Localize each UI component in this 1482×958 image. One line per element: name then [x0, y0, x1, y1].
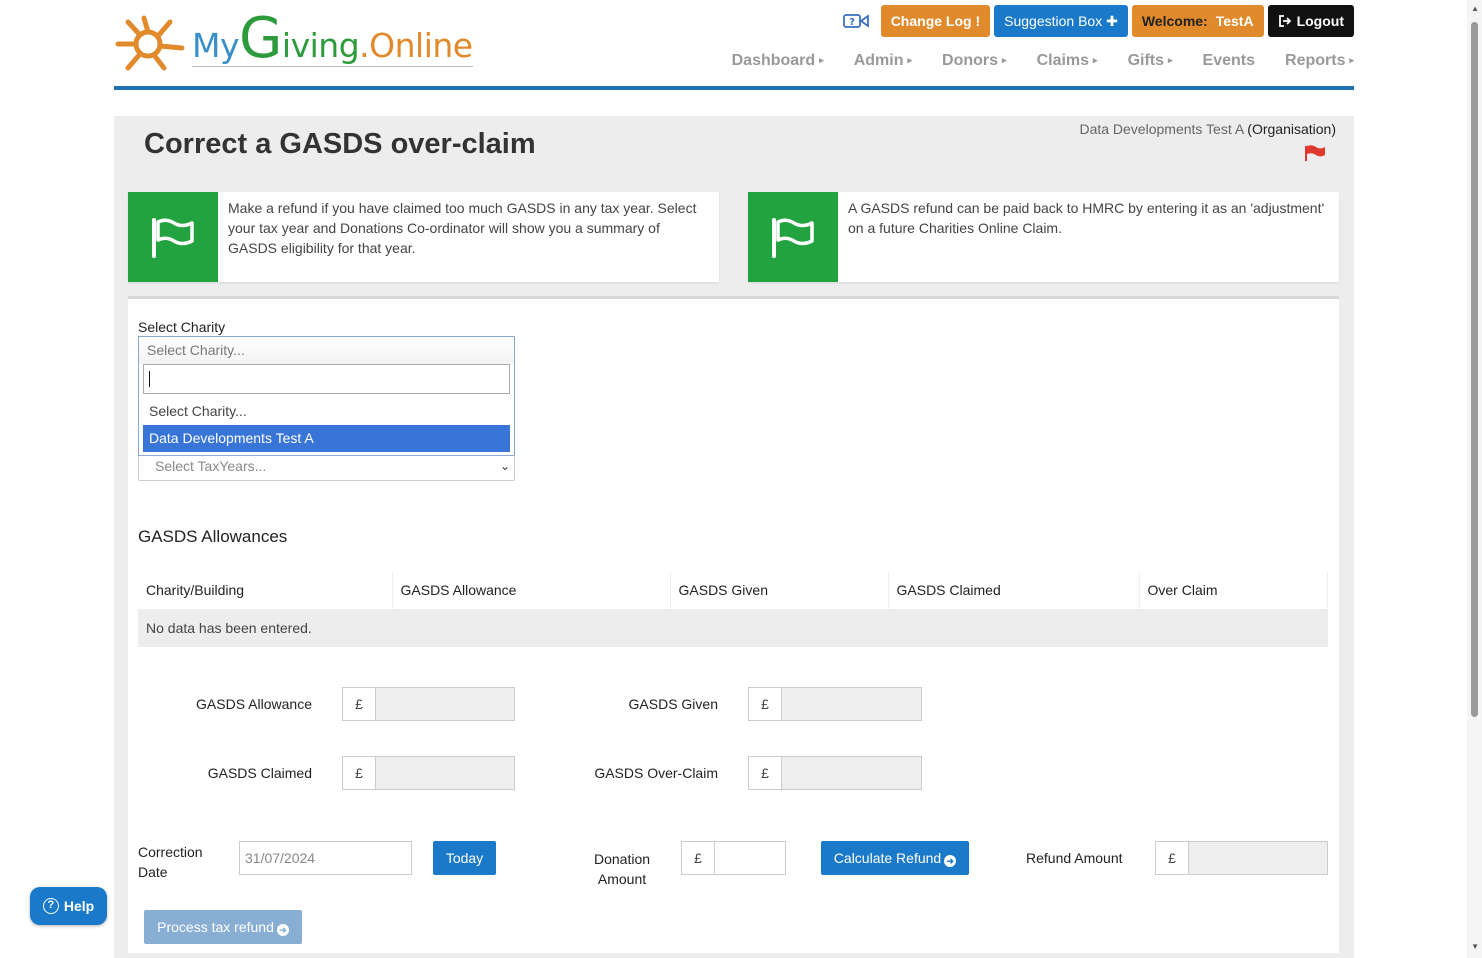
info-box-adjustment: A GASDS refund can be paid back to HMRC …	[748, 192, 1339, 282]
calculate-refund-button[interactable]: Calculate Refund ➜	[821, 841, 969, 875]
page-scrollbar[interactable]: ▲ ▼	[1467, 0, 1482, 958]
scrollbar-thumb[interactable]	[1471, 22, 1478, 717]
scroll-down-arrow-icon[interactable]: ▼	[1471, 942, 1479, 951]
nav-item-gifts[interactable]: Gifts ▸	[1128, 52, 1173, 70]
correction-date-input[interactable]: 31/07/2024	[239, 841, 412, 875]
welcome-button[interactable]: Welcome: TestA	[1131, 5, 1264, 37]
charity-option-selected[interactable]: Data Developments Test A	[143, 425, 510, 452]
table-header-row: Charity/Building GASDS Allowance GASDS G…	[138, 572, 1328, 610]
correction-date-label: Correction Date	[138, 844, 203, 880]
column-header[interactable]: GASDS Allowance	[392, 572, 671, 610]
donation-amount-label: Donation Amount	[593, 851, 651, 887]
column-header[interactable]: Charity/Building	[138, 572, 393, 610]
column-header[interactable]: Over Claim	[1139, 572, 1328, 610]
charity-select-dropdown[interactable]: Select Charity... Select Charity... Data…	[138, 336, 515, 456]
charity-select-display[interactable]: Select Charity...	[139, 337, 514, 364]
column-header[interactable]: GASDS Given	[670, 572, 889, 610]
organisation-label: Data Developments Test A (Organisation)	[1079, 121, 1336, 137]
gasds-overclaim-field: £	[748, 756, 922, 790]
question-circle-icon: ?	[42, 898, 59, 914]
flag-icon	[128, 192, 218, 282]
help-button[interactable]: ? Help	[30, 887, 107, 925]
logo-wordmark: MyGiving.Online	[192, 6, 473, 71]
gasds-claimed-field: £	[342, 756, 515, 790]
process-tax-refund-button[interactable]: Process tax refund ➜	[144, 910, 302, 944]
gasds-given-label: GASDS Given	[628, 696, 718, 712]
info-text-adjustment: A GASDS refund can be paid back to HMRC …	[848, 200, 1325, 236]
video-help-icon[interactable]: ?	[841, 6, 871, 36]
top-toolbar: ? Change Log ! Suggestion Box ✚ Welcome:…	[841, 5, 1354, 37]
refund-amount-label: Refund Amount	[1026, 850, 1123, 866]
page-title: Correct a GASDS over-claim	[144, 128, 536, 160]
nav-item-donors[interactable]: Donors ▸	[942, 52, 1007, 70]
change-log-button[interactable]: Change Log !	[880, 5, 991, 37]
header-divider	[114, 86, 1354, 90]
refund-amount-field: £	[1155, 841, 1328, 875]
scroll-up-arrow-icon[interactable]: ▲	[1471, 4, 1479, 13]
nav-item-admin[interactable]: Admin ▸	[854, 52, 912, 70]
today-button[interactable]: Today	[433, 841, 496, 875]
suggestion-box-button[interactable]: Suggestion Box ✚	[994, 5, 1128, 37]
plus-icon: ✚	[1106, 12, 1118, 29]
main-panel: Correct a GASDS over-claim Data Developm…	[114, 116, 1354, 958]
chevron-down-icon: ⌄	[499, 459, 510, 473]
nav-item-reports[interactable]: Reports ▸	[1285, 52, 1354, 70]
empty-table-message: No data has been entered.	[138, 609, 1328, 647]
gasds-given-field: £	[748, 687, 922, 721]
info-box-refund: Make a refund if you have claimed too mu…	[128, 192, 719, 282]
main-nav: Dashboard ▸ Admin ▸ Donors ▸ Claims ▸ Gifts ▸…	[732, 52, 1354, 70]
gasds-claimed-label: GASDS Claimed	[207, 765, 312, 781]
gasds-allowance-field: £	[342, 687, 515, 721]
column-header[interactable]: GASDS Claimed	[888, 572, 1140, 610]
sun-logo-icon	[115, 15, 185, 71]
gasds-allowance-label: GASDS Allowance	[196, 696, 312, 712]
page-root: MyGiving.Online ? Change Log ! Suggestio…	[0, 0, 1482, 958]
svg-text:?: ?	[849, 17, 855, 28]
charity-option[interactable]: Select Charity...	[143, 398, 510, 425]
allowances-table: Charity/Building GASDS Allowance GASDS G…	[138, 572, 1328, 647]
flag-icon	[748, 192, 838, 282]
table-row: No data has been entered.	[138, 609, 1328, 647]
allowances-heading: GASDS Allowances	[138, 527, 288, 546]
select-charity-label: Select Charity	[138, 319, 226, 335]
logo[interactable]: MyGiving.Online	[114, 6, 474, 74]
info-text-refund: Make a refund if you have claimed too mu…	[228, 200, 697, 256]
charity-search-input[interactable]	[143, 364, 510, 394]
logout-icon	[1278, 15, 1291, 27]
red-flag-icon[interactable]	[1304, 144, 1326, 162]
nav-item-claims[interactable]: Claims ▸	[1037, 52, 1098, 70]
logout-button[interactable]: Logout	[1267, 5, 1354, 37]
form-area: Select Charity Select Charity... Select …	[128, 296, 1339, 953]
donation-amount-input[interactable]: £	[681, 841, 786, 875]
arrow-right-circle-icon: ➜	[276, 924, 289, 936]
nav-item-events[interactable]: Events	[1203, 52, 1255, 70]
gasds-overclaim-label: GASDS Over-Claim	[594, 765, 718, 781]
arrow-right-circle-icon: ➜	[944, 855, 957, 867]
nav-item-dashboard[interactable]: Dashboard ▸	[732, 52, 824, 70]
